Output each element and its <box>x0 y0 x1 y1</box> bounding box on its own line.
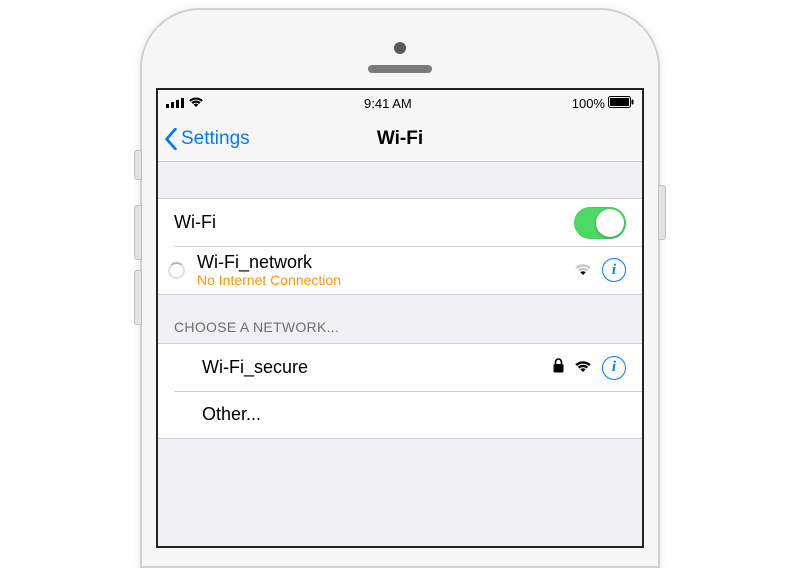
screen: 9:41 AM 100% Settings Wi-Fi Wi-Fi Wi-F <box>156 88 644 548</box>
phone-speaker <box>368 65 432 73</box>
wifi-toggle-label: Wi-Fi <box>174 212 216 233</box>
choose-network-header: CHOOSE A NETWORK... <box>158 295 642 343</box>
network-name: Wi-Fi_secure <box>174 357 308 378</box>
wifi-signal-icon <box>574 357 592 378</box>
back-label: Settings <box>181 128 250 150</box>
volume-up-button <box>134 205 142 260</box>
cellular-signal-icon <box>166 96 184 111</box>
other-network-row[interactable]: Other... <box>158 391 642 439</box>
lock-icon <box>553 357 564 378</box>
wifi-status-icon <box>188 96 204 111</box>
status-time: 9:41 AM <box>364 96 412 111</box>
other-label: Other... <box>174 404 261 425</box>
battery-percent: 100% <box>572 96 605 111</box>
chevron-left-icon <box>164 128 178 150</box>
wifi-toggle-row[interactable]: Wi-Fi <box>158 198 642 246</box>
connected-network-name: Wi-Fi_network <box>197 252 341 273</box>
network-row-wifi-secure[interactable]: Wi-Fi_secure i <box>158 343 642 391</box>
info-icon[interactable]: i <box>602 356 626 380</box>
status-bar: 9:41 AM 100% <box>158 90 642 116</box>
volume-down-button <box>134 270 142 325</box>
loading-spinner-icon <box>168 262 185 279</box>
mute-switch <box>134 150 142 180</box>
connected-network-row[interactable]: Wi-Fi_network No Internet Connection i <box>158 246 642 295</box>
battery-icon <box>608 96 634 111</box>
phone-frame: 9:41 AM 100% Settings Wi-Fi Wi-Fi Wi-F <box>140 8 660 568</box>
power-button <box>658 185 666 240</box>
connected-network-status: No Internet Connection <box>197 273 341 288</box>
nav-bar: Settings Wi-Fi <box>158 116 642 162</box>
wifi-signal-weak-icon <box>574 260 592 281</box>
wifi-toggle[interactable] <box>574 207 626 239</box>
info-icon[interactable]: i <box>602 258 626 282</box>
page-title: Wi-Fi <box>377 128 423 150</box>
front-camera <box>394 42 406 54</box>
back-button[interactable]: Settings <box>164 116 250 161</box>
section-gap <box>158 162 642 198</box>
